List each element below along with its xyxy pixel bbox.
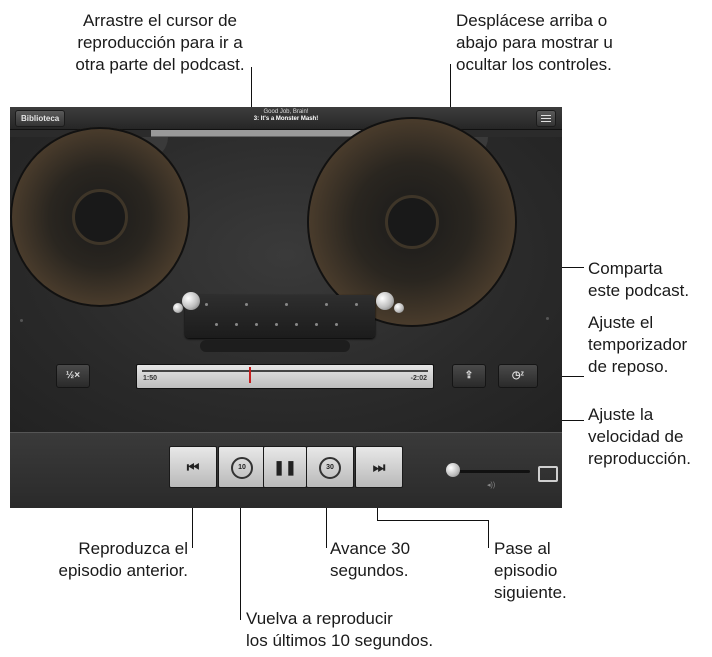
rewind-10-icon: 10 xyxy=(231,457,253,480)
remaining-time: -2:02 xyxy=(410,375,427,382)
callout-speed: Ajuste la velocidad de reproducción. xyxy=(588,404,691,470)
now-playing-title: Good Job, Brain! 3: It's a Monster Mash! xyxy=(210,109,362,123)
volume-icon: ◂)) xyxy=(487,482,496,489)
skip-back-icon: ⏮ xyxy=(186,459,200,475)
callout-text: ocultar los controles. xyxy=(456,55,612,74)
tape-head xyxy=(185,295,375,338)
skip-forward-icon: ⏭ xyxy=(372,459,386,475)
pause-icon: ❚❚ xyxy=(273,459,297,475)
leader-line xyxy=(240,508,241,620)
screw xyxy=(546,317,549,320)
playback-scrubber[interactable]: 1:50 -2:02 xyxy=(136,364,434,389)
callout-scrubber: Arrastre el cursor de reproducción para … xyxy=(62,10,258,76)
leader-line xyxy=(488,520,489,548)
tape-arm xyxy=(200,340,350,352)
callout-next: Pase al episodio siguiente. xyxy=(494,538,567,604)
callout-share: Comparta este podcast. xyxy=(588,258,689,302)
reel-hub xyxy=(385,195,439,249)
callout-text: episodio anterior. xyxy=(58,561,188,580)
left-reel xyxy=(10,127,190,307)
callout-text: los últimos 10 segundos. xyxy=(246,631,434,650)
callout-text: este podcast. xyxy=(588,281,690,300)
tape-roller xyxy=(376,292,394,310)
podcast-title: Good Job, Brain! xyxy=(263,109,309,115)
library-button[interactable]: Biblioteca xyxy=(15,110,66,127)
callout-text: segundos. xyxy=(330,561,409,580)
elapsed-time: 1:50 xyxy=(143,375,158,382)
airplay-icon[interactable] xyxy=(538,466,558,482)
callout-text: de reposo. xyxy=(588,357,669,376)
leader-line xyxy=(377,508,378,520)
callout-text: reproducción para ir a xyxy=(77,33,243,52)
callout-text: reproducción. xyxy=(588,449,692,468)
tape-roller xyxy=(173,303,183,313)
skip-forward-30-button[interactable]: 30 xyxy=(306,446,354,488)
pause-button[interactable]: ❚❚ xyxy=(263,446,307,488)
callout-text: Desplácese arriba o xyxy=(456,11,608,30)
share-icon: ⇪ xyxy=(464,370,474,381)
callout-text: temporizador xyxy=(588,335,688,354)
previous-episode-button[interactable]: ⏮ xyxy=(169,446,217,488)
skip-back-10-button[interactable]: 10 xyxy=(218,446,266,488)
callout-text: Ajuste la xyxy=(588,405,654,424)
playhead-needle[interactable] xyxy=(249,367,251,383)
leader-line xyxy=(377,520,488,521)
episode-title: 3: It's a Monster Mash! xyxy=(253,116,319,122)
next-episode-button[interactable]: ⏭ xyxy=(355,446,403,488)
episode-list-button[interactable] xyxy=(536,110,556,127)
tape-deck[interactable]: ½× 1:50 -2:02 ⇪ ◷ᶻ xyxy=(10,117,562,432)
sleep-timer-icon: ◷ᶻ xyxy=(511,370,525,381)
callout-text: velocidad de xyxy=(588,427,684,446)
callout-forward-30: Avance 30 segundos. xyxy=(330,538,410,582)
volume-slider-knob[interactable] xyxy=(446,463,460,477)
tape-roller xyxy=(394,303,404,313)
callout-text: Reproduzca el xyxy=(78,539,188,558)
callout-back-10: Vuelva a reproducir los últimos 10 segun… xyxy=(246,608,433,652)
playback-speed-button[interactable]: ½× xyxy=(56,364,90,388)
reel-hub xyxy=(72,189,128,245)
tape-roller xyxy=(182,292,200,310)
callout-previous: Reproduzca el episodio anterior. xyxy=(36,538,188,582)
callout-text: otra parte del podcast. xyxy=(75,55,245,74)
callout-text: Arrastre el cursor de xyxy=(83,11,237,30)
callout-text: Avance 30 xyxy=(330,539,411,558)
forward-30-icon: 30 xyxy=(319,457,341,480)
screw xyxy=(20,319,23,322)
leader-line xyxy=(192,508,193,548)
callout-show-controls: Desplácese arriba o abajo para mostrar u… xyxy=(456,10,613,76)
podcast-player-screen: Biblioteca Good Job, Brain! 3: It's a Mo… xyxy=(10,107,562,508)
playback-controls: ⏮ 10 ❚❚ 30 ⏭ ◂)) xyxy=(10,432,562,508)
leader-line xyxy=(326,508,327,548)
callout-text: episodio xyxy=(494,561,558,580)
sleep-timer-button[interactable]: ◷ᶻ xyxy=(498,364,538,388)
callout-sleep-timer: Ajuste el temporizador de reposo. xyxy=(588,312,687,378)
callout-text: siguiente. xyxy=(494,583,567,602)
callout-text: abajo para mostrar u xyxy=(456,33,613,52)
callout-text: Vuelva a reproducir xyxy=(246,609,393,628)
share-button[interactable]: ⇪ xyxy=(452,364,486,388)
callout-text: Ajuste el xyxy=(588,313,654,332)
callout-text: Comparta xyxy=(588,259,663,278)
callout-text: Pase al xyxy=(494,539,551,558)
scrubber-track xyxy=(142,370,428,372)
volume-slider-track[interactable] xyxy=(450,470,530,473)
